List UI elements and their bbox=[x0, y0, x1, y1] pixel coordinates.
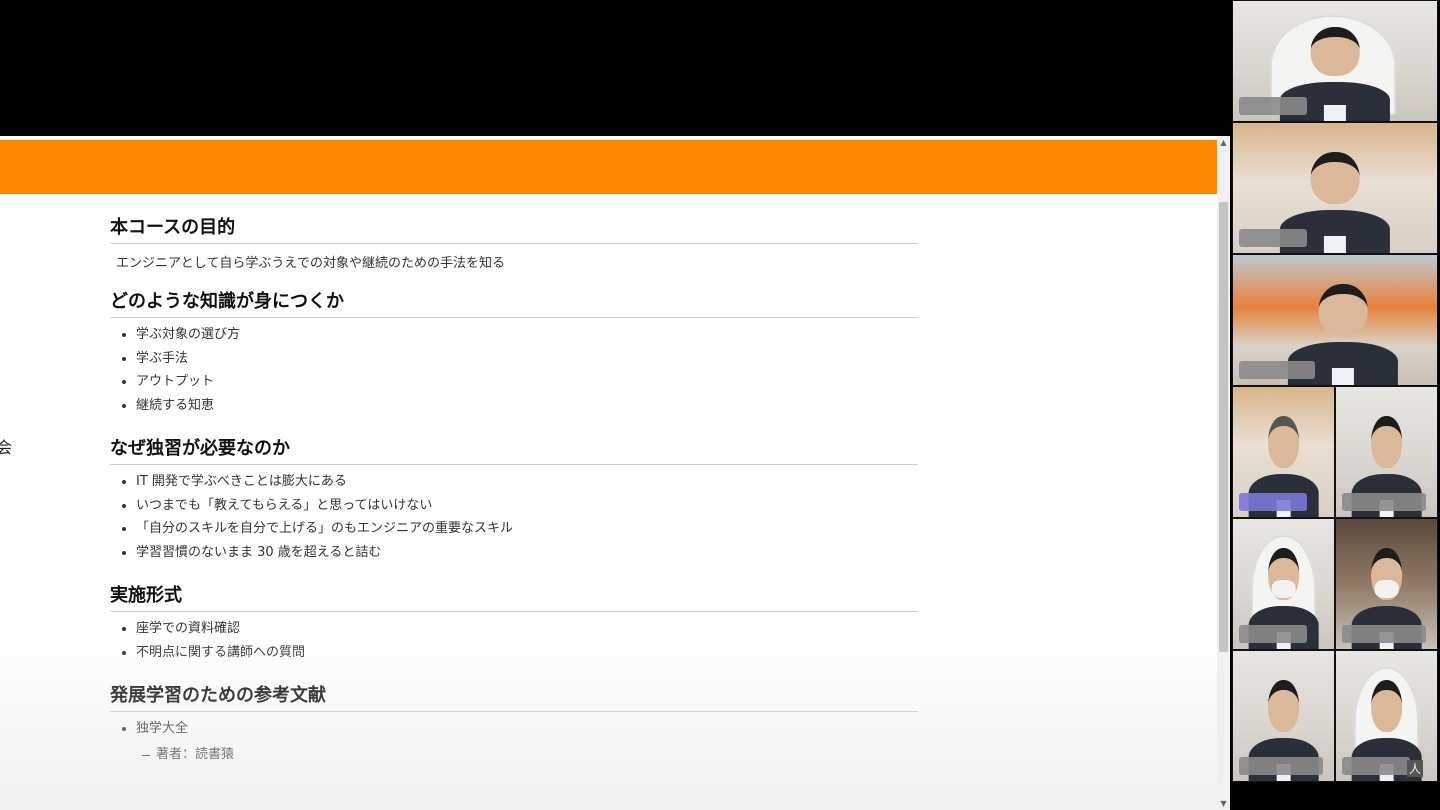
bullet-list: 独学大全 bbox=[110, 720, 918, 744]
list-item: いつまでも「教えてもらえる」と思ってはいけない bbox=[110, 497, 918, 521]
list-item: 不明点に関する講師への質問 bbox=[110, 644, 918, 668]
list-item: 「自分のスキルを自分で上げる」のもエンジニアの重要なスキル bbox=[110, 520, 918, 544]
participant-name-fragment: 人 bbox=[1406, 760, 1423, 777]
document-banner bbox=[0, 140, 1217, 194]
sub-list: 著者：読書猿 bbox=[110, 746, 918, 770]
participant-tile[interactable] bbox=[1232, 122, 1438, 254]
avatar bbox=[1267, 415, 1300, 469]
section-references: 発展学習のための参考文献 独学大全 著者：読書猿 bbox=[110, 684, 918, 769]
document-body: 本コースの目的 エンジニアとして自ら学ぶうえでの対象や継続のための手法を知る ど… bbox=[110, 216, 918, 786]
list-item: 著者：読書猿 bbox=[110, 746, 918, 770]
bullet-list: 座学での資料確認 不明点に関する講師への質問 bbox=[110, 620, 918, 667]
face-mask bbox=[1374, 580, 1399, 599]
section-heading: 発展学習のための参考文献 bbox=[110, 684, 918, 712]
bullet-list: 学ぶ対象の選び方 学ぶ手法 アウトプット 継続する知恵 bbox=[110, 326, 918, 420]
bullet-list: IT 開発で学ぶべきことは膨大にある いつまでも「教えてもらえる」と思ってはいけ… bbox=[110, 473, 918, 567]
avatar bbox=[1310, 151, 1360, 205]
list-item: 継続する知恵 bbox=[110, 397, 918, 421]
name-tag bbox=[1342, 625, 1426, 643]
section-format: 実施形式 座学での資料確認 不明点に関する講師への質問 bbox=[110, 584, 918, 667]
section-why: なぜ独習が必要なのか IT 開発で学ぶべきことは膨大にある いつまでも「教えても… bbox=[110, 437, 918, 567]
section-heading: なぜ独習が必要なのか bbox=[110, 437, 918, 465]
list-item: 学習習慣のないまま 30 歳を超えると詰む bbox=[110, 544, 918, 568]
section-purpose: 本コースの目的 エンジニアとして自ら学ぶうえでの対象や継続のための手法を知る bbox=[110, 216, 918, 273]
scrollbar-thumb[interactable] bbox=[1219, 202, 1228, 652]
participant-tile[interactable] bbox=[1335, 518, 1438, 650]
avatar bbox=[1310, 27, 1360, 77]
participant-tile[interactable] bbox=[1232, 518, 1335, 650]
scroll-up-arrow-icon[interactable]: ▲ bbox=[1219, 138, 1228, 147]
participant-tile[interactable] bbox=[1232, 0, 1438, 122]
list-item: 独学大全 bbox=[110, 720, 918, 744]
shirt bbox=[1323, 105, 1347, 121]
scroll-down-arrow-icon[interactable]: ▼ bbox=[1219, 799, 1228, 808]
section-skills: どのような知識が身につくか 学ぶ対象の選び方 学ぶ手法 アウトプット 継続する知… bbox=[110, 290, 918, 420]
participant-tile[interactable] bbox=[1232, 386, 1335, 518]
avatar bbox=[1370, 415, 1403, 469]
shared-screen: 会 本コースの目的 エンジニアとして自ら学ぶうえでの対象や継続のための手法を知る… bbox=[0, 136, 1230, 810]
scrollbar[interactable]: ▲ ▼ bbox=[1217, 136, 1230, 810]
section-heading: 実施形式 bbox=[110, 584, 918, 612]
name-tag bbox=[1342, 757, 1410, 775]
participant-tile[interactable] bbox=[1232, 650, 1335, 782]
list-item: 学ぶ対象の選び方 bbox=[110, 326, 918, 350]
shirt bbox=[1332, 367, 1355, 385]
participant-tile[interactable] bbox=[1335, 386, 1438, 518]
name-tag bbox=[1239, 97, 1307, 115]
name-tag bbox=[1239, 625, 1307, 643]
name-tag bbox=[1239, 229, 1307, 247]
participant-tile[interactable]: 人 bbox=[1335, 650, 1438, 782]
name-tag bbox=[1239, 361, 1315, 379]
list-item: 学ぶ手法 bbox=[110, 350, 918, 374]
avatar bbox=[1370, 679, 1403, 733]
section-heading: どのような知識が身につくか bbox=[110, 290, 918, 318]
shirt bbox=[1323, 235, 1347, 253]
participant-gallery: 人 bbox=[1230, 0, 1440, 810]
list-item: IT 開発で学ぶべきことは膨大にある bbox=[110, 473, 918, 497]
section-heading: 本コースの目的 bbox=[110, 216, 918, 244]
participant-tile[interactable] bbox=[1232, 254, 1438, 386]
name-tag bbox=[1342, 493, 1426, 511]
avatar bbox=[1318, 283, 1368, 337]
face-mask bbox=[1271, 580, 1296, 599]
avatar bbox=[1267, 679, 1300, 733]
list-item: 座学での資料確認 bbox=[110, 620, 918, 644]
list-item: アウトプット bbox=[110, 373, 918, 397]
cropped-sidebar-text: 会 bbox=[0, 438, 13, 457]
section-text: エンジニアとして自ら学ぶうえでの対象や継続のための手法を知る bbox=[116, 256, 505, 271]
name-tag bbox=[1239, 757, 1323, 775]
name-tag-active bbox=[1239, 493, 1307, 511]
